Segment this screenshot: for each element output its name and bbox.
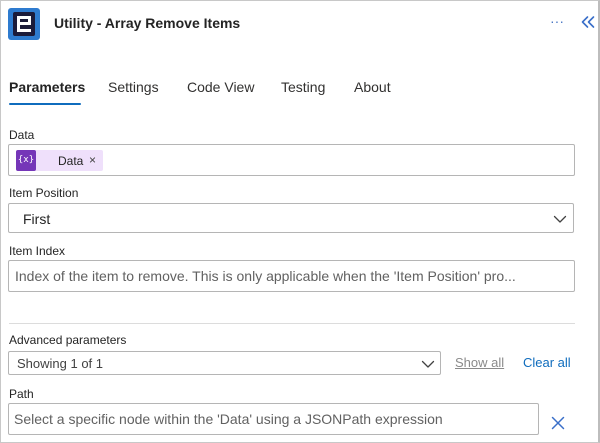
item-index-label: Item Index	[9, 244, 66, 258]
encodian-logo-icon	[8, 8, 40, 40]
item-position-value: First	[23, 211, 51, 227]
double-chevron-left-icon[interactable]	[580, 14, 596, 30]
section-divider	[9, 323, 575, 324]
clear-all-link[interactable]: Clear all	[523, 355, 571, 370]
token-remove-button[interactable]: ×	[89, 152, 96, 168]
panel-title: Utility - Array Remove Items	[54, 15, 241, 31]
data-field[interactable]: {x} Data ×	[8, 144, 575, 176]
show-all-link[interactable]: Show all	[455, 355, 504, 370]
advanced-parameters-value: Showing 1 of 1	[17, 356, 104, 371]
item-position-label: Item Position	[9, 186, 79, 200]
item-index-input[interactable]: Index of the item to remove. This is onl…	[8, 260, 575, 292]
more-options-button[interactable]: ···	[547, 11, 567, 31]
variable-icon: {x}	[16, 150, 36, 171]
chevron-down-icon	[421, 360, 435, 368]
path-placeholder: Select a specific node within the 'Data'…	[14, 411, 443, 427]
path-label: Path	[9, 387, 34, 401]
advanced-parameters-label: Advanced parameters	[9, 333, 127, 347]
path-input[interactable]: Select a specific node within the 'Data'…	[8, 403, 539, 435]
tab-code-view[interactable]: Code View	[187, 78, 254, 96]
tab-settings[interactable]: Settings	[108, 78, 159, 96]
data-token[interactable]: {x} Data ×	[16, 150, 103, 171]
tab-about[interactable]: About	[354, 78, 391, 96]
advanced-parameters-select[interactable]: Showing 1 of 1	[8, 351, 441, 375]
token-label: Data	[58, 154, 84, 168]
tab-parameters[interactable]: Parameters	[9, 78, 85, 96]
chevron-down-icon	[553, 215, 567, 223]
data-label: Data	[9, 128, 35, 142]
tab-testing[interactable]: Testing	[281, 78, 325, 96]
item-position-select[interactable]: First	[8, 203, 574, 233]
active-tab-indicator	[9, 103, 81, 105]
close-icon[interactable]	[551, 416, 565, 430]
item-index-placeholder: Index of the item to remove. This is onl…	[15, 268, 516, 284]
